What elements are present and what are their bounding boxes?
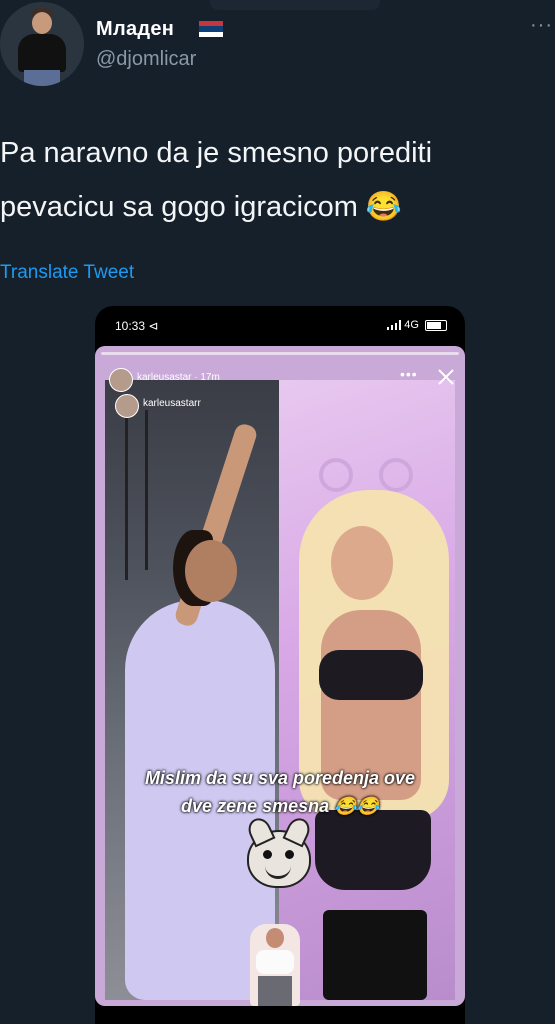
tweet-text-line-1: Pa naravno da je smesno porediti: [0, 137, 433, 169]
person-sticker: [250, 924, 300, 1006]
story-photo-right: [279, 380, 455, 1000]
story-caption-line-2: dve zene smesna 😂😂: [181, 796, 379, 816]
signal-icon: [387, 320, 402, 331]
story-progress-bar: [101, 352, 459, 355]
tweet-text: Pa naravno da je smesno porediti pevacic…: [0, 126, 540, 234]
network-label: 4G: [404, 319, 419, 331]
story-caption-line-1: Mislim da su sva poredenja ove: [144, 768, 416, 788]
phone-status-bar: 10:33 ⊲ 4G: [95, 306, 465, 346]
author-display-name[interactable]: Младен: [96, 18, 174, 41]
embedded-story-screenshot[interactable]: 10:33 ⊲ 4G karleusastar · 17m karleusast…: [95, 306, 465, 1024]
story-menu-icon[interactable]: •••: [400, 366, 418, 382]
battery-icon: [425, 319, 447, 331]
story-caption: Mislim da su sva poredenja ove dve zene …: [95, 764, 465, 820]
translate-tweet-link[interactable]: Translate Tweet: [0, 262, 134, 284]
instagram-story: karleusastar · 17m karleusastarr ••• Mis…: [95, 346, 465, 1006]
author-handle[interactable]: @djomlicar: [96, 48, 196, 71]
story-avatar-secondary[interactable]: [115, 394, 139, 418]
status-icons: 4G: [387, 319, 447, 331]
top-bar-nub: [210, 0, 380, 10]
tweet-text-line-2: pevacicu sa gogo igracicom 😂: [0, 191, 403, 223]
close-icon[interactable]: [436, 367, 456, 387]
story-username[interactable]: karleusastar · 17m: [137, 372, 220, 383]
story-photo-left: [105, 380, 279, 1000]
author-avatar[interactable]: [0, 2, 84, 86]
serbia-flag-icon: [199, 21, 223, 37]
more-options-icon[interactable]: ···: [530, 14, 553, 37]
status-time: 10:33 ⊲: [115, 319, 159, 333]
story-username-secondary[interactable]: karleusastarr: [143, 398, 201, 409]
dog-sticker: [244, 814, 314, 888]
story-avatar[interactable]: [109, 368, 133, 392]
